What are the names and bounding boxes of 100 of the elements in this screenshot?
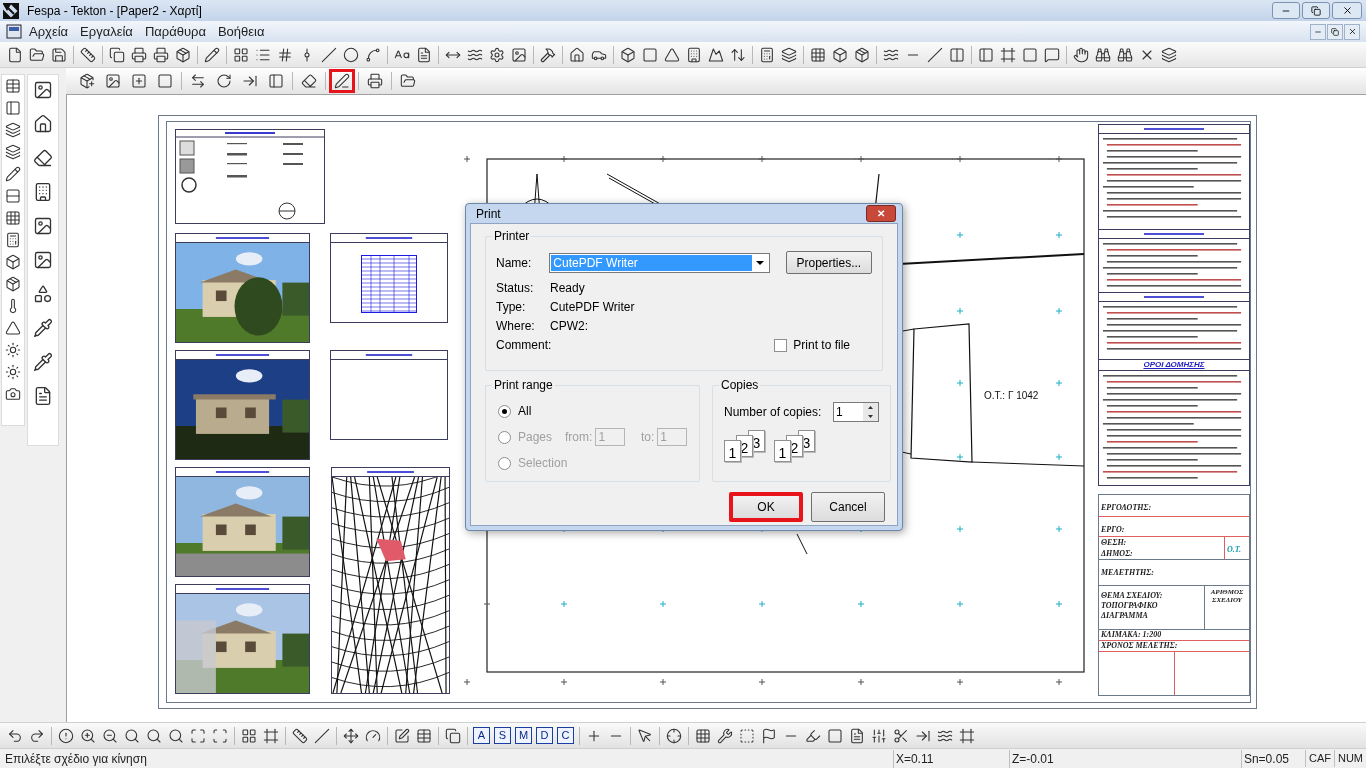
search-icon[interactable] [168, 727, 184, 744]
binoculars-icon[interactable] [1117, 46, 1133, 63]
shape-icon[interactable] [827, 727, 843, 744]
letter-button[interactable]: D [536, 727, 553, 744]
rows-icon[interactable] [5, 188, 21, 204]
open-folder-icon[interactable] [29, 46, 45, 63]
triangle-icon[interactable] [664, 46, 680, 63]
grid-icon[interactable] [810, 46, 826, 63]
undo-icon[interactable] [7, 727, 23, 744]
line-icon[interactable] [314, 727, 330, 744]
table-icon[interactable] [5, 78, 21, 94]
shapes-icon[interactable] [33, 284, 53, 304]
house-icon[interactable] [33, 114, 53, 134]
pencil-icon[interactable] [5, 166, 21, 182]
building-icon[interactable] [33, 182, 53, 202]
binoculars-icon[interactable] [1095, 46, 1111, 63]
stack-icon[interactable] [1161, 46, 1177, 63]
ruler-icon[interactable] [292, 727, 308, 744]
minimize-button[interactable] [1272, 2, 1300, 19]
ruler-icon[interactable] [80, 46, 96, 63]
comment-icon[interactable] [1044, 46, 1060, 63]
grid-icon[interactable] [233, 46, 249, 63]
hammer-icon[interactable] [540, 46, 556, 63]
printer-icon[interactable] [153, 46, 169, 63]
pipette-icon[interactable] [33, 352, 53, 372]
curve-icon[interactable] [365, 46, 381, 63]
text-icon[interactable] [849, 727, 865, 744]
print-to-file-checkbox[interactable] [774, 338, 788, 352]
search-icon[interactable] [124, 727, 140, 744]
copies-spinner[interactable]: 1 [833, 402, 879, 422]
terrain-icon[interactable] [708, 46, 724, 63]
crosshair-icon[interactable] [666, 727, 682, 744]
package-icon[interactable] [175, 46, 191, 63]
flag-icon[interactable] [761, 727, 777, 744]
properties-button[interactable]: Properties... [785, 251, 872, 274]
menu-item[interactable]: Παράθυρα [139, 21, 211, 42]
letter-button[interactable]: C [557, 727, 574, 744]
grid-icon[interactable] [695, 727, 711, 744]
wrench-icon[interactable] [717, 727, 733, 744]
alert-icon[interactable] [58, 727, 74, 744]
new-file-icon[interactable] [7, 46, 23, 63]
copy-icon[interactable] [445, 727, 461, 744]
pipette-icon[interactable] [33, 318, 53, 338]
edit-icon[interactable] [394, 727, 410, 744]
image-icon[interactable] [33, 80, 53, 100]
camera-icon[interactable] [5, 386, 21, 402]
hand-icon[interactable] [1073, 46, 1089, 63]
gauge-icon[interactable] [365, 727, 381, 744]
calculator-icon[interactable] [759, 46, 775, 63]
close-button[interactable]: ✕ [866, 205, 896, 222]
move-icon[interactable] [343, 727, 359, 744]
restore-button[interactable] [1327, 23, 1343, 40]
building-icon[interactable] [686, 46, 702, 63]
grid-icon[interactable] [241, 727, 257, 744]
fit-icon[interactable] [190, 727, 206, 744]
grid-icon[interactable] [5, 210, 21, 226]
hash-icon[interactable] [277, 46, 293, 63]
text-frame-icon[interactable] [416, 46, 432, 63]
pencil-icon[interactable] [204, 46, 220, 63]
panel-icon[interactable] [5, 100, 21, 116]
house-icon[interactable] [569, 46, 585, 63]
printer-icon[interactable] [131, 46, 147, 63]
cube-icon[interactable] [5, 254, 21, 270]
menu-item[interactable]: Αρχεία [24, 21, 74, 42]
layers-icon[interactable] [781, 46, 797, 63]
table-icon[interactable] [416, 727, 432, 744]
ok-button[interactable]: OK [729, 492, 803, 522]
slider-icon[interactable] [871, 727, 887, 744]
scissors-icon[interactable] [893, 727, 909, 744]
sort-icon[interactable] [730, 46, 746, 63]
copy-icon[interactable] [109, 46, 125, 63]
letter-button[interactable]: A [473, 727, 490, 744]
close-button[interactable] [1344, 23, 1360, 40]
mouse-icon[interactable] [637, 727, 653, 744]
package-icon[interactable] [854, 46, 870, 63]
calculator-icon[interactable] [5, 232, 21, 248]
cancel-button[interactable]: Cancel [811, 492, 885, 522]
file-icon[interactable] [33, 386, 53, 406]
image-icon[interactable] [33, 250, 53, 270]
eraser-icon[interactable] [33, 148, 53, 168]
redo-icon[interactable] [29, 727, 45, 744]
save-icon[interactable] [51, 46, 67, 63]
triangle-icon[interactable] [5, 320, 21, 336]
sun-icon[interactable] [5, 342, 21, 358]
image-icon[interactable] [511, 46, 527, 63]
cube-icon[interactable] [832, 46, 848, 63]
box-icon[interactable] [620, 46, 636, 63]
marker-icon[interactable] [805, 727, 821, 744]
layers-icon[interactable] [5, 122, 21, 138]
letter-button[interactable]: M [515, 727, 532, 744]
menu-item[interactable]: Βοήθεια [212, 21, 270, 42]
package-icon[interactable] [5, 276, 21, 292]
radio-button[interactable] [498, 404, 511, 418]
stack-icon[interactable] [5, 144, 21, 160]
search-icon[interactable] [146, 727, 162, 744]
circle-icon[interactable] [343, 46, 359, 63]
toolbar-button[interactable] [329, 69, 355, 93]
line-icon[interactable] [321, 46, 337, 63]
image-icon[interactable] [33, 216, 53, 236]
letter-button[interactable]: S [494, 727, 511, 744]
